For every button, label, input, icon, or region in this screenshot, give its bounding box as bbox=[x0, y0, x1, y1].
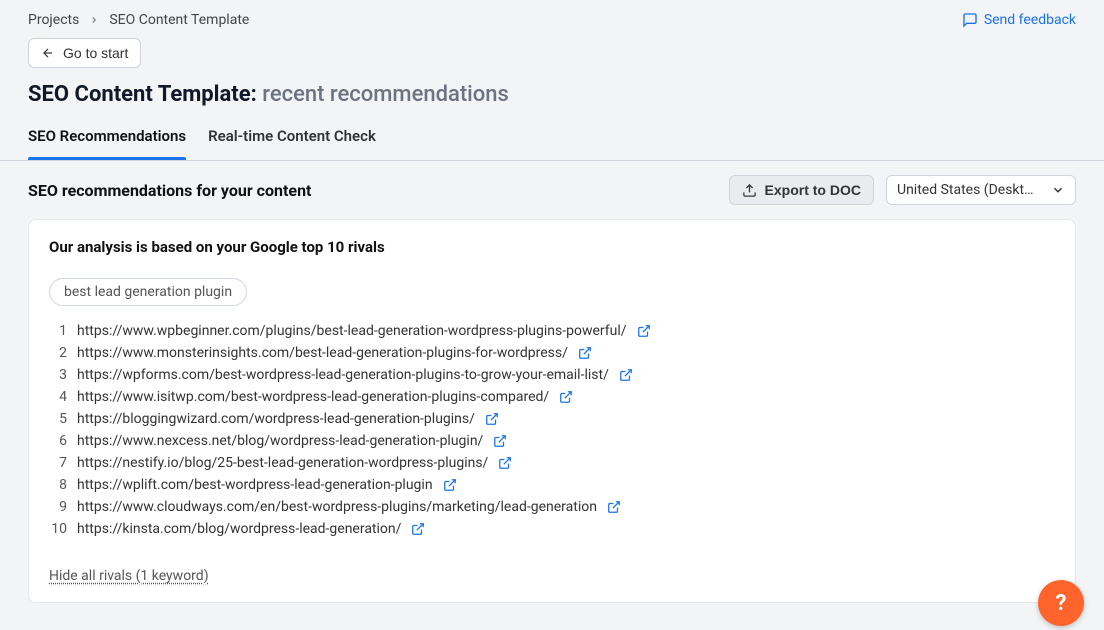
tabs: SEO Recommendations Real-time Content Ch… bbox=[0, 127, 1104, 160]
export-label: Export to DOC bbox=[765, 182, 861, 198]
rival-row: 6 https://www.nexcess.net/blog/wordpress-… bbox=[49, 430, 1055, 452]
rival-index: 7 bbox=[49, 455, 67, 471]
breadcrumb: Projects SEO Content Template bbox=[28, 12, 249, 28]
breadcrumb-row: Projects SEO Content Template Send feedb… bbox=[28, 12, 1076, 28]
rival-url[interactable]: https://nestify.io/blog/25-best-lead-gen… bbox=[77, 455, 488, 471]
rival-row: 8 https://wplift.com/best-wordpress-lead-… bbox=[49, 474, 1055, 496]
rival-index: 10 bbox=[49, 521, 67, 537]
export-to-doc-button[interactable]: Export to DOC bbox=[729, 175, 874, 205]
tab-realtime-content-check[interactable]: Real-time Content Check bbox=[208, 127, 376, 159]
external-link-icon[interactable] bbox=[411, 522, 425, 536]
arrow-left-icon bbox=[41, 46, 55, 60]
external-link-icon[interactable] bbox=[443, 478, 457, 492]
hide-rivals-link[interactable]: Hide all rivals (1 keyword) bbox=[49, 568, 1055, 584]
page-title: SEO Content Template: recent recommendat… bbox=[28, 82, 1076, 107]
rival-index: 1 bbox=[49, 323, 67, 339]
rivals-card: Our analysis is based on your Google top… bbox=[28, 219, 1076, 603]
breadcrumb-root[interactable]: Projects bbox=[28, 12, 79, 28]
rival-url[interactable]: https://wpforms.com/best-wordpress-lead-… bbox=[77, 367, 609, 383]
rival-row: 4 https://www.isitwp.com/best-wordpress-l… bbox=[49, 386, 1055, 408]
feedback-label: Send feedback bbox=[984, 12, 1076, 28]
help-fab[interactable]: ? bbox=[1038, 580, 1084, 626]
section-heading: SEO recommendations for your content bbox=[28, 181, 311, 200]
rival-row: 2 https://www.monsterinsights.com/best-le… bbox=[49, 342, 1055, 364]
question-mark-icon: ? bbox=[1056, 591, 1067, 616]
rival-url[interactable]: https://www.isitwp.com/best-wordpress-le… bbox=[77, 389, 549, 405]
chat-icon bbox=[962, 12, 978, 28]
rival-url[interactable]: https://www.wpbeginner.com/plugins/best-… bbox=[77, 323, 627, 339]
rival-index: 5 bbox=[49, 411, 67, 427]
rival-row: 1 https://www.wpbeginner.com/plugins/best… bbox=[49, 320, 1055, 342]
send-feedback-link[interactable]: Send feedback bbox=[962, 12, 1076, 28]
rival-index: 8 bbox=[49, 477, 67, 493]
external-link-icon[interactable] bbox=[607, 500, 621, 514]
rival-url[interactable]: https://www.nexcess.net/blog/wordpress-l… bbox=[77, 433, 483, 449]
tab-seo-recommendations[interactable]: SEO Recommendations bbox=[28, 127, 186, 159]
rival-url[interactable]: https://www.monsterinsights.com/best-lea… bbox=[77, 345, 568, 361]
chevron-right-icon bbox=[89, 15, 99, 25]
rival-row: 5 https://bloggingwizard.com/wordpress-le… bbox=[49, 408, 1055, 430]
external-link-icon[interactable] bbox=[637, 324, 651, 338]
external-link-icon[interactable] bbox=[578, 346, 592, 360]
rival-index: 2 bbox=[49, 345, 67, 361]
upload-icon bbox=[742, 183, 757, 198]
external-link-icon[interactable] bbox=[485, 412, 499, 426]
external-link-icon[interactable] bbox=[559, 390, 573, 404]
rival-row: 7 https://nestify.io/blog/25-best-lead-ge… bbox=[49, 452, 1055, 474]
rival-url[interactable]: https://www.cloudways.com/en/best-wordpr… bbox=[77, 499, 597, 515]
rivals-list: 1 https://www.wpbeginner.com/plugins/best… bbox=[49, 320, 1055, 540]
rival-row: 9 https://www.cloudways.com/en/best-wordp… bbox=[49, 496, 1055, 518]
external-link-icon[interactable] bbox=[493, 434, 507, 448]
breadcrumb-current[interactable]: SEO Content Template bbox=[109, 12, 249, 28]
rival-index: 3 bbox=[49, 367, 67, 383]
region-label: United States (Deskt… bbox=[897, 182, 1033, 198]
rival-row: 10 https://kinsta.com/blog/wordpress-lead… bbox=[49, 518, 1055, 540]
chevron-down-icon bbox=[1051, 183, 1065, 197]
rival-url[interactable]: https://bloggingwizard.com/wordpress-lea… bbox=[77, 411, 475, 427]
rival-url[interactable]: https://kinsta.com/blog/wordpress-lead-g… bbox=[77, 521, 401, 537]
go-to-start-button[interactable]: Go to start bbox=[28, 38, 141, 68]
rival-index: 6 bbox=[49, 433, 67, 449]
rival-row: 3 https://wpforms.com/best-wordpress-lead… bbox=[49, 364, 1055, 386]
go-to-start-label: Go to start bbox=[63, 45, 128, 61]
rival-index: 9 bbox=[49, 499, 67, 515]
rival-index: 4 bbox=[49, 389, 67, 405]
external-link-icon[interactable] bbox=[498, 456, 512, 470]
region-select[interactable]: United States (Deskt… bbox=[886, 175, 1076, 205]
card-title: Our analysis is based on your Google top… bbox=[49, 238, 1055, 256]
external-link-icon[interactable] bbox=[619, 368, 633, 382]
keyword-chip[interactable]: best lead generation plugin bbox=[49, 278, 247, 306]
rival-url[interactable]: https://wplift.com/best-wordpress-lead-g… bbox=[77, 477, 433, 493]
